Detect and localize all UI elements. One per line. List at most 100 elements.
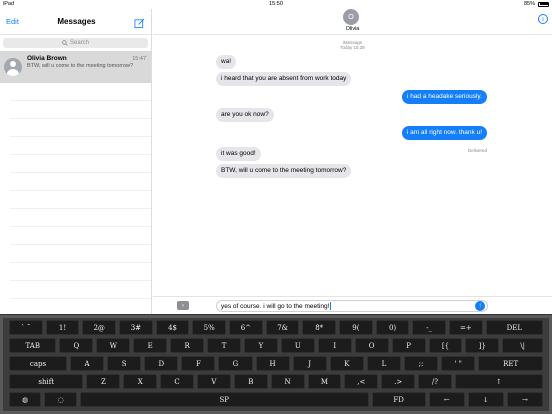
key-o[interactable]: O [354,338,389,353]
clock: 15:50 [269,1,283,7]
key-shift[interactable]: shift [9,374,84,389]
arrow-up-icon: ↑ [478,303,482,309]
list-separator [10,209,151,227]
messages-sidebar: Edit Messages Search Olivia Brown BTW, w… [0,9,152,314]
compose-icon [134,18,145,29]
key-delete[interactable]: DEL [485,320,543,335]
conversation-pane: O Olivia i iMessage Today 15:38 wa! i he… [153,9,552,314]
key-2[interactable]: 2@ [82,320,117,335]
key-z[interactable]: Z [86,374,121,389]
key-comma[interactable]: ,< [344,374,379,389]
message-input[interactable]: yes of course. i will go to the meeting! [216,300,488,312]
key-caps[interactable]: caps [9,356,67,371]
key-x[interactable]: X [123,374,158,389]
key-p[interactable]: P [391,338,426,353]
delivered-status: Delivered [467,148,487,153]
arrow-down-key-icon[interactable]: ↓ [467,392,504,407]
key-5[interactable]: 5% [192,320,227,335]
conversation-snippet: BTW, will u come to the meeting tomorrow… [27,63,134,69]
key-slash[interactable]: /? [418,374,452,389]
key-6[interactable]: 6^ [229,320,263,335]
key-minus[interactable]: -_ [412,320,447,335]
key-u[interactable]: U [280,338,315,353]
key-space[interactable]: SP [79,392,369,407]
key-n[interactable]: N [270,374,305,389]
key-9[interactable]: 9( [339,320,373,335]
arrow-up-key-icon[interactable]: ↑ [454,374,543,389]
list-separator [10,119,151,137]
key-w[interactable]: W [96,338,131,353]
conversation-header: O Olivia i [153,9,552,35]
key-f[interactable]: F [181,356,216,371]
compose-button[interactable] [134,16,145,29]
key-t[interactable]: T [207,338,241,353]
key-backslash[interactable]: \| [502,338,544,353]
arrow-left-key-icon[interactable]: ← [428,392,465,407]
conversation-list-item[interactable]: Olivia Brown BTW, will u come to the mee… [0,51,151,83]
key-j[interactable]: J [292,356,327,371]
search-icon [62,40,68,46]
keyboard-row-2: TAB Q W E R T Y U I O P [{ ]} \| [9,338,544,353]
key-h[interactable]: H [255,356,290,371]
message-bubble-incoming[interactable]: i heard that you are absent from work to… [216,72,352,86]
key-period[interactable]: .> [381,374,416,389]
message-bubble-incoming[interactable]: wa! [216,55,237,69]
contact-avatar[interactable]: O [343,9,359,25]
compose-bar: › yes of course. i will go to the meetin… [153,296,552,314]
key-backtick[interactable]: ` ˜ [9,320,43,335]
key-right-bracket[interactable]: ]} [465,338,500,353]
key-a[interactable]: A [69,356,105,371]
status-right: 85% [524,1,549,7]
key-quote[interactable]: ' " [441,356,476,371]
key-q[interactable]: Q [59,338,94,353]
keyboard-row-3: caps A S D F G H J K L ;: ' " RET [9,356,543,371]
key-return[interactable]: RET [478,356,543,371]
text-caret [330,302,332,310]
key-b[interactable]: B [233,374,268,389]
expand-apps-button[interactable]: › [177,301,189,310]
key-8[interactable]: 8* [302,320,337,335]
info-button[interactable]: i [538,14,548,24]
edit-button[interactable]: Edit [6,17,19,26]
battery-percent: 85% [523,1,535,7]
message-bubble-incoming[interactable]: it was good! [216,147,261,161]
key-left-bracket[interactable]: [{ [428,338,463,353]
key-fd[interactable]: FD [371,392,426,407]
key-d[interactable]: D [144,356,179,371]
search-input[interactable]: Search [3,38,148,48]
key-s[interactable]: S [107,356,142,371]
key-g[interactable]: G [218,356,253,371]
key-k[interactable]: K [329,356,364,371]
key-3[interactable]: 3# [119,320,153,335]
key-7[interactable]: 7& [265,320,300,335]
key-4[interactable]: 4$ [155,320,190,335]
key-i[interactable]: I [317,338,352,353]
message-bubble-incoming[interactable]: are you ok now? [216,108,274,122]
chevron-right-icon: › [182,302,184,309]
key-1[interactable]: 1! [45,320,80,335]
key-c[interactable]: C [160,374,194,389]
key-v[interactable]: V [197,374,231,389]
emoji-key-icon[interactable]: ◌ [44,392,77,407]
key-semicolon[interactable]: ;: [403,356,439,371]
keyboard-row-4: shift Z X C V B N M ,< .> /? ↑ [9,374,543,389]
send-button[interactable]: ↑ [475,301,485,311]
key-m[interactable]: M [307,374,342,389]
key-y[interactable]: Y [244,338,278,353]
globe-key-icon[interactable]: ◍ [9,392,42,407]
contact-name[interactable]: Olivia [153,26,552,32]
list-separator [10,245,151,263]
list-separator [10,173,151,191]
key-l[interactable]: L [366,356,401,371]
message-bubble-outgoing[interactable]: i had a headake seriously. [401,90,487,104]
arrow-right-key-icon[interactable]: → [506,392,543,407]
key-equals[interactable]: =+ [449,320,483,335]
key-r[interactable]: R [170,338,205,353]
search-bar: Search [0,35,151,51]
key-0[interactable]: 0) [375,320,410,335]
key-e[interactable]: E [133,338,168,353]
message-bubble-incoming[interactable]: BTW, will u come to the meeting tomorrow… [216,164,352,178]
message-bubble-outgoing[interactable]: i am all right now. thank u! [401,126,487,140]
list-separator [10,83,151,101]
key-tab[interactable]: TAB [9,338,57,353]
